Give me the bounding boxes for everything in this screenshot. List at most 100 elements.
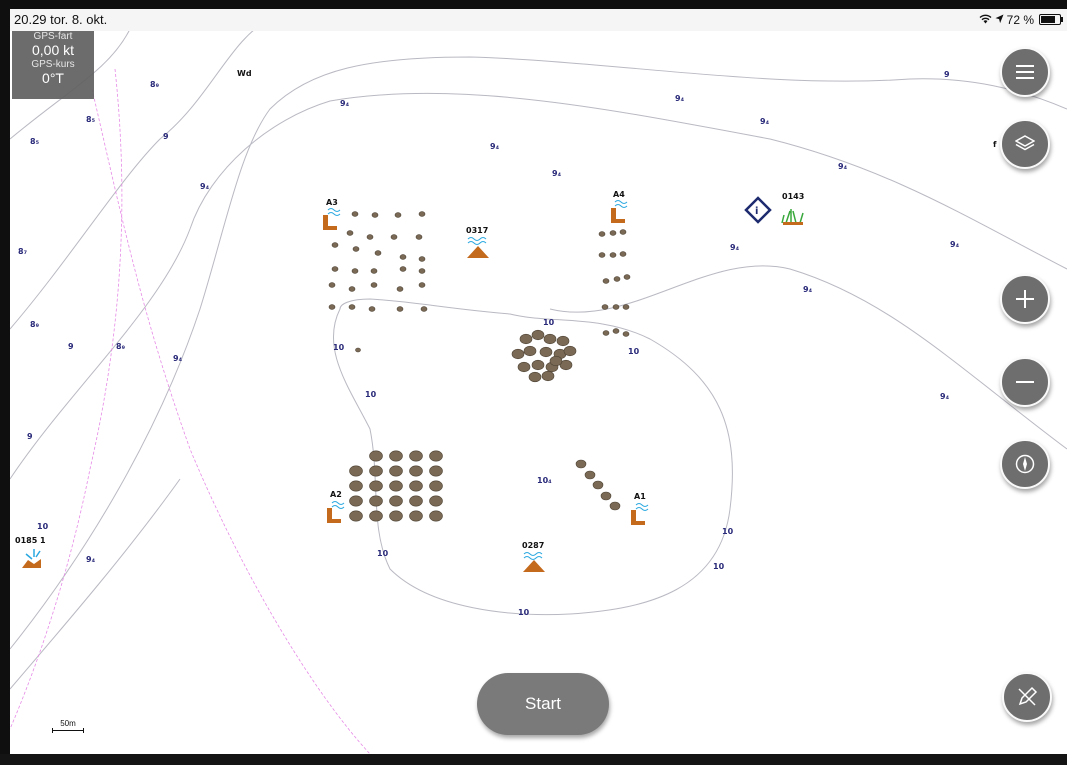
depth-label: 8₅ <box>86 115 96 124</box>
rock-icon <box>369 480 383 492</box>
depth-label: 8₉ <box>116 342 126 351</box>
rock-icon <box>584 470 596 480</box>
rock-icon <box>598 252 606 258</box>
rock-icon <box>366 234 374 240</box>
rock-icon <box>623 274 631 280</box>
rock-icon <box>349 465 363 477</box>
depth-label: 10 <box>722 527 734 536</box>
buoy-icon[interactable]: A2 <box>327 490 345 523</box>
rock-icon <box>389 480 403 492</box>
chart-map[interactable]: 10 10 10 10 10 10 10 10 10₄ 9 9 9 9 9₄ 9… <box>10 9 1067 754</box>
wifi-icon <box>979 12 992 27</box>
zoom-out-button[interactable] <box>1000 357 1050 407</box>
depth-label: 10₄ <box>537 476 552 485</box>
compass-icon <box>1015 454 1035 474</box>
depth-label: 9 <box>163 132 169 141</box>
rock-icon <box>348 286 356 292</box>
layers-button[interactable] <box>1000 119 1050 169</box>
svg-text:0317: 0317 <box>466 226 488 235</box>
rock-icon <box>415 234 423 240</box>
status-bar: 20.29 tor. 8. okt. 72 % <box>10 9 1067 31</box>
rock-icon <box>368 306 376 312</box>
rock-icon <box>517 361 531 373</box>
rock-icon <box>369 510 383 522</box>
rock-icon <box>399 254 407 260</box>
buoy-icon[interactable]: A3 <box>323 198 341 230</box>
rock-icon <box>418 211 426 217</box>
depth-label: 9₄ <box>950 240 960 249</box>
contour-line <box>10 92 1067 480</box>
area-label: Wd <box>237 69 252 78</box>
rock-icon <box>328 282 336 288</box>
info-diamond-icon[interactable]: i <box>744 196 772 224</box>
rock-icon <box>528 371 542 383</box>
zoom-in-icon <box>1016 290 1034 308</box>
rock-icon <box>418 268 426 274</box>
edit-route-icon <box>1018 686 1038 706</box>
rock-icon <box>349 480 363 492</box>
depth-label: 10 <box>713 562 725 571</box>
buoy-icon[interactable]: 0287 <box>522 541 545 572</box>
rock-icon <box>394 212 402 218</box>
depth-label: 10 <box>333 343 345 352</box>
contour-line <box>10 478 181 690</box>
rock-icon <box>355 347 361 353</box>
rock-icon <box>396 286 404 292</box>
seagrass-icon[interactable]: 0185 1 <box>15 536 46 568</box>
depth-label: 9₄ <box>803 285 813 294</box>
depth-label: 10 <box>365 390 377 399</box>
rock-icon <box>328 304 336 310</box>
seagrass-icon[interactable]: 0143 <box>781 192 804 225</box>
edit-route-button[interactable] <box>1002 672 1052 722</box>
rock-icon <box>622 304 630 310</box>
svg-text:0185 1: 0185 1 <box>15 536 46 545</box>
battery-icon <box>1039 14 1063 25</box>
track-line <box>10 68 123 730</box>
buoy-icon[interactable]: 0317 <box>466 226 489 258</box>
rock-icon <box>420 306 428 312</box>
rock-icon <box>612 328 620 334</box>
rock-icon <box>389 450 403 462</box>
rock-icon <box>601 304 609 310</box>
buoy-icon[interactable]: A4 <box>611 190 628 223</box>
gps-panel: GPS-fart 0,00 kt GPS-kurs 0°T <box>12 31 94 99</box>
rock-icon <box>531 359 545 371</box>
rock-icon <box>519 333 533 345</box>
rock-icon <box>429 495 443 507</box>
start-button[interactable]: Start <box>477 673 609 735</box>
rock-icon <box>609 501 621 511</box>
depth-label: 9₄ <box>675 94 685 103</box>
depth-label: 8₇ <box>18 247 28 256</box>
svg-text:A1: A1 <box>634 492 646 501</box>
rock-icon <box>602 330 610 336</box>
rock-icon <box>346 230 354 236</box>
layers-icon <box>1015 135 1035 151</box>
buoy-icon[interactable]: A1 <box>631 492 649 525</box>
rock-icon <box>556 335 570 347</box>
status-indicators: 72 % <box>979 12 1063 27</box>
scale-bar: 50m <box>52 719 84 733</box>
rock-icon <box>549 355 563 367</box>
compass-button[interactable] <box>1000 439 1050 489</box>
menu-button[interactable] <box>1000 47 1050 97</box>
status-time: 20.29 tor. 8. okt. <box>14 12 108 27</box>
svg-text:A2: A2 <box>330 490 342 499</box>
scale-line <box>52 728 84 733</box>
screen: 10 10 10 10 10 10 10 10 10₄ 9 9 9 9 9₄ 9… <box>10 9 1067 754</box>
rock-icon <box>609 230 617 236</box>
rock-icon <box>511 348 525 360</box>
rock-icon <box>331 266 339 272</box>
zoom-in-button[interactable] <box>1000 274 1050 324</box>
rock-icon <box>348 304 356 310</box>
depth-label: 9₄ <box>838 162 848 171</box>
rock-icon <box>600 491 612 501</box>
svg-text:0143: 0143 <box>782 192 804 201</box>
depth-label: 9₄ <box>552 169 562 178</box>
bottom-bar <box>0 754 1067 765</box>
rock-icon <box>399 266 407 272</box>
rock-icon <box>418 256 426 262</box>
rock-icon <box>396 306 404 312</box>
svg-text:A4: A4 <box>613 190 625 199</box>
rock-icon <box>543 333 557 345</box>
rock-icon <box>371 212 379 218</box>
